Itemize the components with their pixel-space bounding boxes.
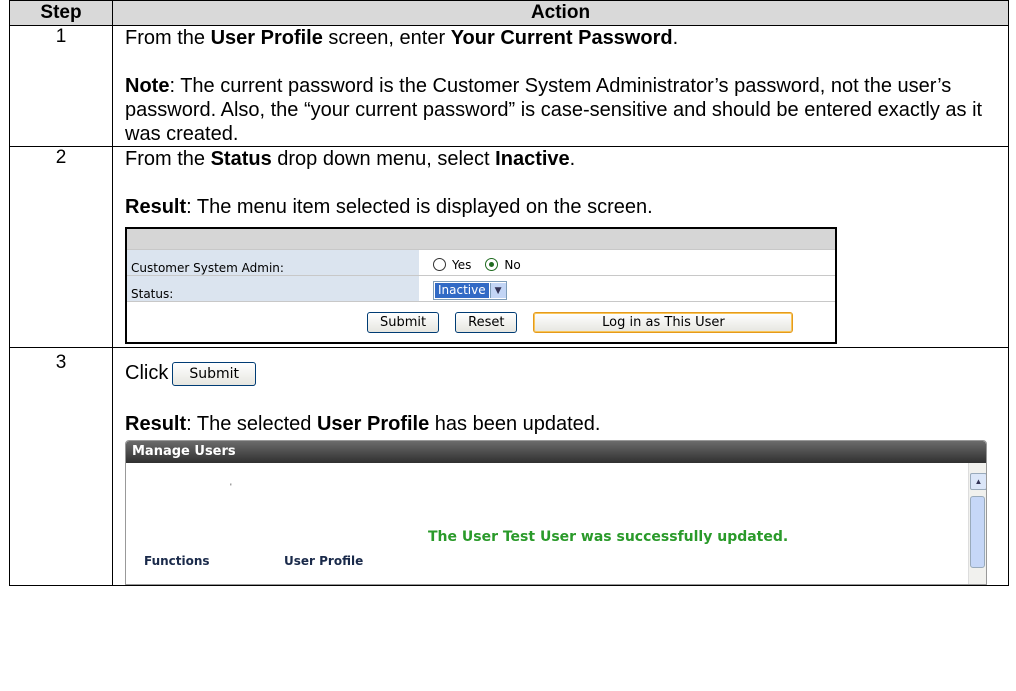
scroll-thumb[interactable]	[970, 496, 985, 568]
scrollbar[interactable]: ▲	[968, 463, 986, 584]
bold-text: Your Current Password	[450, 27, 673, 49]
text: Click	[125, 362, 169, 384]
form-header-bar	[127, 229, 835, 250]
text: drop down menu, select	[271, 148, 496, 170]
chevron-down-icon[interactable]: ▼	[489, 283, 506, 298]
user-profile-heading: User Profile	[284, 554, 364, 568]
result: Result: The menu item selected is displa…	[125, 195, 1008, 219]
submit-button[interactable]: Submit	[172, 361, 257, 386]
status-cell: Inactive ▼	[419, 276, 835, 301]
text: screen, enter	[322, 27, 451, 49]
radio-yes[interactable]	[433, 258, 446, 271]
radio-no[interactable]	[485, 258, 499, 271]
status-selected-value: Inactive	[435, 283, 489, 298]
action-cell: Click Submit Result: The selected User Pr…	[112, 347, 1009, 586]
text: has been updated.	[429, 413, 601, 435]
admin-row: Customer System Admin: Yes No	[127, 250, 835, 276]
result-text: : The menu item selected is displayed on…	[186, 196, 653, 218]
functions-heading: Functions	[144, 554, 210, 568]
step-header: Step	[9, 0, 113, 26]
step-number: 3	[9, 347, 113, 586]
radio-yes-label: Yes	[452, 257, 472, 272]
table-row: 3 Click Submit Result: The selected User …	[9, 347, 1009, 586]
bold-text: Inactive	[495, 148, 570, 170]
bold-text: User Profile	[316, 413, 430, 435]
form-screenshot: Customer System Admin: Yes No Status: In…	[125, 227, 837, 344]
instruction: From the Status drop down menu, select I…	[125, 147, 1008, 171]
text: .	[672, 27, 679, 49]
panel-body: ' The User Test User was successfully up…	[126, 463, 986, 584]
action-cell: From the User Profile screen, enter Your…	[112, 25, 1009, 147]
stray-mark: '	[230, 482, 232, 492]
status-label: Status:	[127, 276, 419, 301]
note-text: : The current password is the Customer S…	[125, 75, 983, 145]
admin-radio-group: Yes No	[419, 250, 835, 275]
bold-text: Status	[210, 148, 272, 170]
form-button-row: Submit Reset Log in as This User	[127, 302, 835, 342]
success-message: The User Test User was successfully upda…	[428, 529, 789, 545]
action-cell: From the Status drop down menu, select I…	[112, 146, 1009, 348]
text: .	[569, 148, 576, 170]
action-header: Action	[112, 0, 1009, 26]
radio-no-label: No	[504, 257, 521, 272]
status-select[interactable]: Inactive ▼	[433, 281, 507, 300]
result-label: Result	[125, 196, 187, 218]
scroll-up-icon[interactable]: ▲	[970, 473, 986, 490]
admin-label: Customer System Admin:	[127, 250, 419, 275]
panel-title: Manage Users	[126, 441, 986, 463]
table-header-row: Step Action	[9, 0, 1009, 26]
login-as-user-button[interactable]: Log in as This User	[533, 311, 794, 333]
instruction: Click Submit	[125, 358, 1008, 388]
text: From the	[125, 148, 211, 170]
table-row: 1 From the User Profile screen, enter Yo…	[9, 25, 1009, 147]
step-number: 1	[9, 25, 113, 147]
submit-button[interactable]: Submit	[367, 311, 440, 333]
table-row: 2 From the Status drop down menu, select…	[9, 146, 1009, 348]
status-row: Status: Inactive ▼	[127, 276, 835, 302]
manage-users-panel: Manage Users ' The User Test User was su…	[125, 440, 987, 585]
result-label: Result	[125, 413, 187, 435]
text: : The selected	[186, 413, 317, 435]
bold-text: User Profile	[210, 27, 323, 49]
instruction: From the User Profile screen, enter Your…	[125, 26, 1008, 50]
note: Note: The current password is the Custom…	[125, 74, 1008, 146]
text: From the	[125, 27, 211, 49]
note-label: Note	[125, 75, 170, 97]
procedure-table: Step Action 1 From the User Profile scre…	[9, 0, 1009, 586]
step-number: 2	[9, 146, 113, 348]
result: Result: The selected User Profile has be…	[125, 412, 1008, 436]
reset-button[interactable]: Reset	[455, 311, 518, 333]
